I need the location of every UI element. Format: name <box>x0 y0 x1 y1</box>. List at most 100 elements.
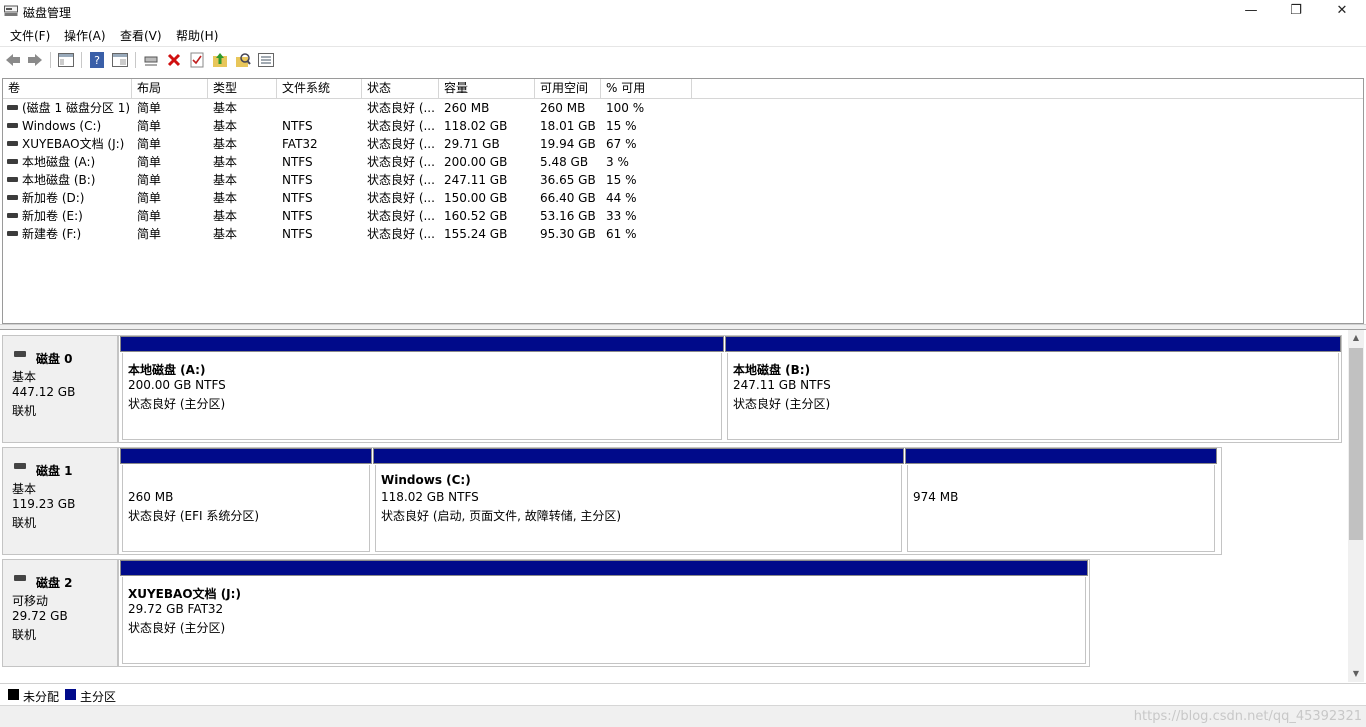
column-percent-free[interactable]: % 可用 <box>601 79 692 99</box>
partition-b[interactable]: 本地磁盘 (B:) 247.11 GB NTFS 状态良好 (主分区) <box>725 336 1341 442</box>
partition-a[interactable]: 本地磁盘 (A:) 200.00 GB NTFS 状态良好 (主分区) <box>120 336 724 442</box>
cell-percent-free: 3 % <box>606 155 629 169</box>
table-row[interactable]: XUYEBAO文档 (J:) 简单 基本 FAT32 状态良好 (... 29.… <box>3 135 1363 153</box>
disk-type: 基本 <box>12 482 37 496</box>
cell-filesystem: NTFS <box>282 119 313 133</box>
forward-icon[interactable] <box>26 51 44 69</box>
minimize-button[interactable]: — <box>1228 0 1274 24</box>
console-tree-icon[interactable] <box>57 51 75 69</box>
menu-action[interactable]: 操作(A) <box>64 27 106 44</box>
disk-type: 可移动 <box>12 594 49 608</box>
column-layout[interactable]: 布局 <box>132 79 208 99</box>
cell-layout: 简单 <box>137 173 162 187</box>
cell-volume: Windows (C:) <box>22 119 102 133</box>
disk-1-partitions: 260 MB 状态良好 (EFI 系统分区) Windows (C:) 118.… <box>118 447 1222 555</box>
disk-size: 447.12 GB <box>12 385 76 399</box>
cell-capacity: 260 MB <box>444 101 490 115</box>
volume-icon <box>7 177 18 182</box>
disk-2-info[interactable]: 磁盘 2 可移动 29.72 GB 联机 <box>2 559 118 667</box>
column-status[interactable]: 状态 <box>362 79 439 99</box>
legend-primary: 主分区 <box>80 690 117 704</box>
disk-name: 磁盘 0 <box>36 352 73 366</box>
primary-partition-bar <box>725 336 1341 352</box>
volume-icon <box>7 105 18 110</box>
column-volume[interactable]: 卷 <box>3 79 132 99</box>
cell-layout: 简单 <box>137 227 162 241</box>
scroll-up-icon[interactable]: ▲ <box>1348 330 1364 346</box>
cell-filesystem: FAT32 <box>282 137 318 151</box>
disk-panel-scrollbar[interactable]: ▲ ▼ <box>1348 330 1364 682</box>
volume-icon <box>7 195 18 200</box>
connect-icon[interactable] <box>142 51 160 69</box>
disk-icon <box>14 463 26 469</box>
cell-free-space: 66.40 GB <box>540 191 596 205</box>
up-folder-icon[interactable] <box>211 51 229 69</box>
partition-status: 状态良好 (EFI 系统分区) <box>128 509 260 523</box>
legend-unallocated: 未分配 <box>23 690 60 704</box>
disk-size: 29.72 GB <box>12 609 68 623</box>
volume-list[interactable]: 卷 布局 类型 文件系统 状态 容量 可用空间 % 可用 (磁盘 1 磁盘分区 … <box>2 78 1364 324</box>
table-row[interactable]: 新建卷 (F:) 简单 基本 NTFS 状态良好 (... 155.24 GB … <box>3 225 1363 243</box>
disk-0-info[interactable]: 磁盘 0 基本 447.12 GB 联机 <box>2 335 118 443</box>
back-icon[interactable] <box>4 51 22 69</box>
table-row[interactable]: 新加卷 (E:) 简单 基本 NTFS 状态良好 (... 160.52 GB … <box>3 207 1363 225</box>
cell-type: 基本 <box>213 173 238 187</box>
list-icon[interactable] <box>257 51 275 69</box>
partition-title: Windows (C:) <box>381 473 471 487</box>
delete-icon[interactable] <box>165 51 183 69</box>
disk-name: 磁盘 1 <box>36 464 73 478</box>
disk-name: 磁盘 2 <box>36 576 73 590</box>
maximize-button[interactable]: ❐ <box>1273 0 1319 24</box>
partition-recovery[interactable]: 974 MB <box>905 448 1217 554</box>
partition-c[interactable]: Windows (C:) 118.02 GB NTFS 状态良好 (启动, 页面… <box>373 448 904 554</box>
disk-2-partitions: XUYEBAO文档 (J:) 29.72 GB FAT32 状态良好 (主分区) <box>118 559 1090 667</box>
disk-status: 联机 <box>12 404 37 418</box>
cell-type: 基本 <box>213 137 238 151</box>
cell-type: 基本 <box>213 191 238 205</box>
table-row[interactable]: 本地磁盘 (B:) 简单 基本 NTFS 状态良好 (... 247.11 GB… <box>3 171 1363 189</box>
disk-1-info[interactable]: 磁盘 1 基本 119.23 GB 联机 <box>2 447 118 555</box>
cell-percent-free: 15 % <box>606 173 637 187</box>
table-row[interactable]: 本地磁盘 (A:) 简单 基本 NTFS 状态良好 (... 200.00 GB… <box>3 153 1363 171</box>
close-button[interactable]: ✕ <box>1319 0 1365 24</box>
cell-status: 状态良好 (... <box>367 119 435 133</box>
column-type[interactable]: 类型 <box>208 79 277 99</box>
partition-status: 状态良好 (主分区) <box>128 621 226 635</box>
toolbar: ? <box>0 46 1366 74</box>
disk-management-app-icon <box>4 5 18 16</box>
scroll-down-icon[interactable]: ▼ <box>1348 666 1364 682</box>
menu-file[interactable]: 文件(F) <box>10 27 50 44</box>
cell-percent-free: 33 % <box>606 209 637 223</box>
cell-layout: 简单 <box>137 101 162 115</box>
search-icon[interactable] <box>234 51 252 69</box>
cell-volume: XUYEBAO文档 (J:) <box>22 137 125 151</box>
cell-capacity: 118.02 GB <box>444 119 508 133</box>
cell-filesystem: NTFS <box>282 227 313 241</box>
table-row[interactable]: Windows (C:) 简单 基本 NTFS 状态良好 (... 118.02… <box>3 117 1363 135</box>
cell-filesystem: NTFS <box>282 173 313 187</box>
cell-layout: 简单 <box>137 191 162 205</box>
partition-size: 247.11 GB NTFS <box>733 378 831 392</box>
partition-size: 974 MB <box>913 490 959 504</box>
disk-status: 联机 <box>12 628 37 642</box>
column-free-space[interactable]: 可用空间 <box>535 79 601 99</box>
disk-0-partitions: 本地磁盘 (A:) 200.00 GB NTFS 状态良好 (主分区) 本地磁盘… <box>118 335 1342 443</box>
table-row[interactable]: (磁盘 1 磁盘分区 1) 简单 基本 状态良好 (... 260 MB 260… <box>3 99 1363 117</box>
cell-type: 基本 <box>213 227 238 241</box>
scrollbar-thumb[interactable] <box>1349 348 1363 540</box>
column-capacity[interactable]: 容量 <box>439 79 535 99</box>
partition-efi[interactable]: 260 MB 状态良好 (EFI 系统分区) <box>120 448 372 554</box>
cell-percent-free: 44 % <box>606 191 637 205</box>
partition-j[interactable]: XUYEBAO文档 (J:) 29.72 GB FAT32 状态良好 (主分区) <box>120 560 1088 666</box>
properties-icon[interactable] <box>111 51 129 69</box>
column-filesystem[interactable]: 文件系统 <box>277 79 362 99</box>
watermark: https://blog.csdn.net/qq_45392321 <box>1133 709 1362 724</box>
check-icon[interactable] <box>188 51 206 69</box>
help-icon[interactable]: ? <box>88 51 106 69</box>
menu-view[interactable]: 查看(V) <box>120 27 162 44</box>
cell-status: 状态良好 (... <box>367 155 435 169</box>
cell-filesystem: NTFS <box>282 209 313 223</box>
table-row[interactable]: 新加卷 (D:) 简单 基本 NTFS 状态良好 (... 150.00 GB … <box>3 189 1363 207</box>
cell-status: 状态良好 (... <box>367 227 435 241</box>
menu-help[interactable]: 帮助(H) <box>176 27 218 44</box>
